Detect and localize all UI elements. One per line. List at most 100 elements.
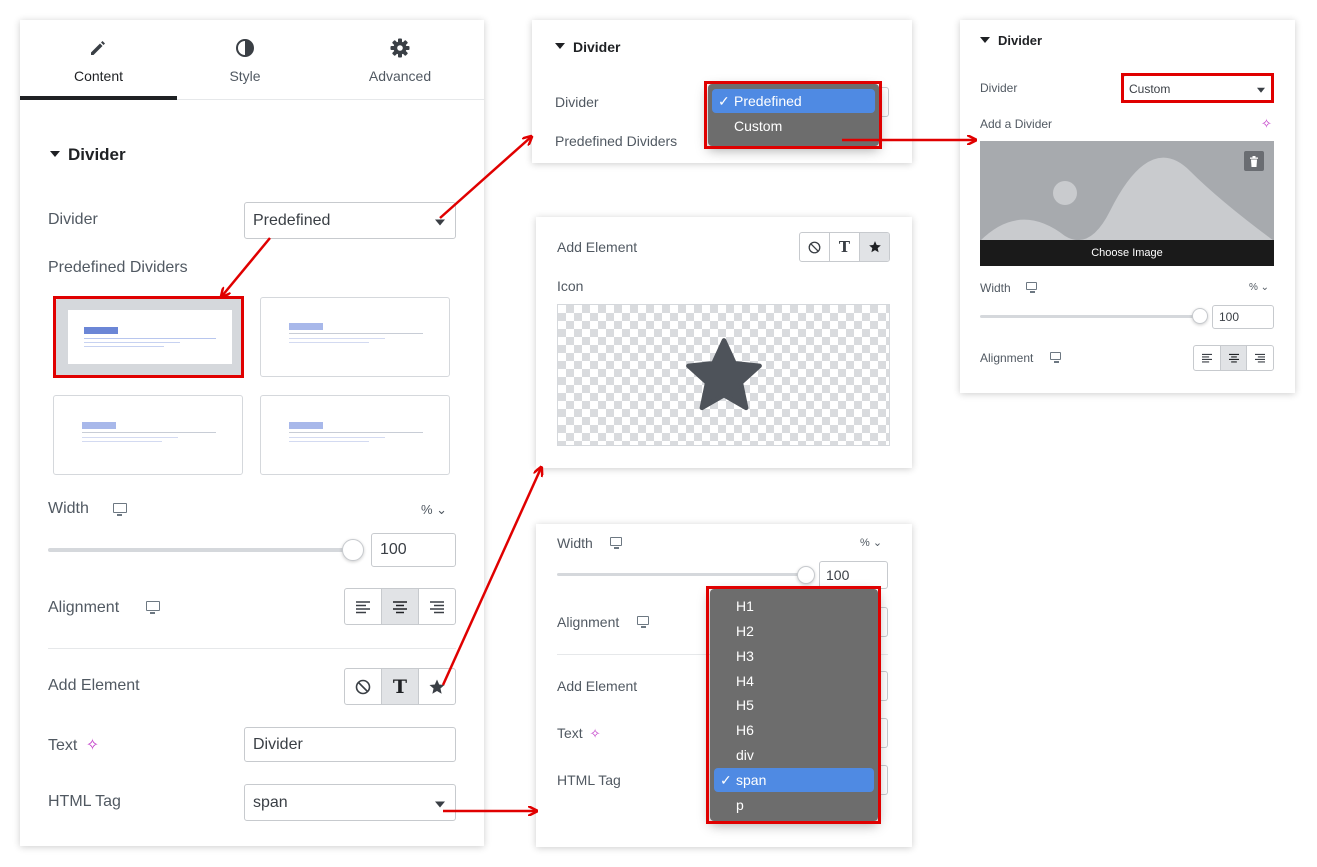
text-label: Text ✧	[557, 725, 601, 741]
align-right-button[interactable]	[419, 589, 455, 624]
width-slider-handle[interactable]	[1192, 308, 1208, 324]
ai-sparkle-icon[interactable]: ✧	[1261, 116, 1272, 132]
add-element-none-button[interactable]	[800, 233, 830, 261]
align-right-icon	[1255, 353, 1266, 363]
thumb-line	[289, 333, 423, 334]
ai-sparkle-icon[interactable]: ✧	[590, 726, 601, 741]
add-divider-label: Add a Divider	[980, 117, 1053, 131]
width-label: Width	[48, 500, 89, 517]
thumb-line	[289, 338, 385, 339]
add-element-text-button[interactable]: T	[830, 233, 860, 261]
add-element-icon-button[interactable]	[860, 233, 889, 261]
align-right-button[interactable]	[1247, 346, 1273, 370]
align-left-button[interactable]	[345, 589, 382, 624]
width-slider-track[interactable]	[48, 548, 354, 552]
section-title[interactable]: Divider	[980, 33, 1042, 48]
width-input[interactable]: 100	[371, 533, 456, 567]
tab-style[interactable]: Style	[180, 20, 310, 98]
text-label: Text ✧	[48, 737, 100, 754]
desktop-icon[interactable]	[610, 537, 622, 549]
desktop-icon[interactable]	[113, 503, 127, 516]
desktop-icon[interactable]	[637, 616, 649, 628]
width-slider-handle[interactable]	[342, 539, 364, 561]
tab-content[interactable]: Content	[20, 20, 177, 98]
desktop-icon[interactable]	[146, 601, 160, 614]
collapse-triangle-icon	[50, 150, 60, 157]
alignment-label: Alignment	[980, 351, 1034, 365]
desktop-icon[interactable]	[1050, 352, 1061, 363]
width-slider-track[interactable]	[557, 573, 809, 576]
align-left-icon	[356, 600, 370, 613]
desktop-icon[interactable]	[1026, 282, 1037, 293]
thumb-heading-bar	[82, 422, 116, 429]
highlight-custom-select	[1121, 73, 1274, 103]
width-unit-select[interactable]: % ⌄	[421, 502, 447, 518]
image-chooser[interactable]: Choose Image	[980, 141, 1274, 266]
html-tag-select[interactable]: span	[244, 784, 456, 821]
align-right-icon	[430, 600, 444, 613]
tab-advanced[interactable]: Advanced	[330, 20, 470, 98]
text-t-icon: T	[838, 238, 851, 256]
align-center-button[interactable]	[1220, 346, 1248, 370]
tab-advanced-label: Advanced	[368, 68, 432, 84]
text-t-icon: T	[392, 675, 408, 698]
alignment-buttons	[344, 588, 456, 625]
half-circle-icon	[236, 39, 254, 57]
divider-label: Divider	[48, 211, 98, 228]
text-input[interactable]: Divider	[244, 727, 456, 762]
width-label: Width	[557, 535, 593, 551]
ai-sparkle-icon[interactable]: ✧	[86, 737, 99, 754]
divider-label: Divider	[555, 94, 599, 110]
divider-select-value: Predefined	[253, 211, 331, 229]
section-title[interactable]: Divider	[555, 39, 620, 55]
add-element-label: Add Element	[557, 678, 638, 694]
alignment-label: Alignment	[557, 614, 620, 630]
chevron-down-icon	[435, 219, 445, 225]
star-icon	[868, 241, 881, 253]
icon-picker[interactable]	[557, 304, 890, 446]
add-element-label: Add Element	[48, 677, 140, 694]
add-element-buttons: T	[344, 668, 456, 705]
ban-icon	[355, 679, 371, 694]
tab-style-label: Style	[229, 68, 261, 84]
chevron-down-icon	[435, 801, 445, 807]
collapse-triangle-icon	[980, 36, 990, 43]
ban-icon	[808, 241, 821, 253]
thumb-line	[82, 441, 162, 442]
tab-content-label: Content	[73, 68, 124, 84]
add-element-text-button[interactable]: T	[382, 669, 419, 704]
alignment-label: Alignment	[48, 599, 120, 616]
width-input[interactable]: 100	[819, 561, 888, 589]
alignment-buttons	[1193, 345, 1274, 371]
gear-icon	[390, 38, 410, 58]
html-tag-label: HTML Tag	[48, 793, 121, 810]
align-left-button[interactable]	[1194, 346, 1221, 370]
divider-select[interactable]: Predefined	[244, 202, 456, 239]
predefined-dividers-label: Predefined Dividers	[555, 133, 678, 149]
thumb-line	[82, 432, 216, 433]
align-center-icon	[393, 600, 407, 613]
section-title[interactable]: Divider	[50, 145, 126, 165]
width-unit-select[interactable]: % ⌄	[860, 536, 882, 549]
choose-image-bar[interactable]: Choose Image	[980, 240, 1274, 266]
thumb-line	[289, 342, 369, 343]
align-center-button[interactable]	[382, 589, 419, 624]
star-icon	[686, 338, 762, 411]
width-slider-track[interactable]	[980, 315, 1198, 318]
divider-thumb-2[interactable]	[260, 297, 450, 377]
delete-image-button[interactable]	[1244, 151, 1264, 171]
active-tab-underline	[20, 96, 177, 100]
main-editor-panel: Content Style Advanced Divider Divider P…	[20, 20, 484, 846]
divider-thumb-4[interactable]	[260, 395, 450, 475]
thumb-line	[289, 437, 385, 438]
width-unit-select[interactable]: % ⌄	[1249, 282, 1269, 293]
highlight-html-tag-menu	[706, 586, 881, 824]
add-element-none-button[interactable]	[345, 669, 382, 704]
icon-element-panel: Add Element T Icon	[536, 217, 912, 468]
icon-label: Icon	[557, 278, 584, 294]
width-slider-handle[interactable]	[797, 566, 815, 584]
divider-thumb-3[interactable]	[53, 395, 243, 475]
width-input[interactable]: 100	[1212, 305, 1274, 329]
add-element-icon-button[interactable]	[419, 669, 455, 704]
thumb-line	[82, 437, 178, 438]
